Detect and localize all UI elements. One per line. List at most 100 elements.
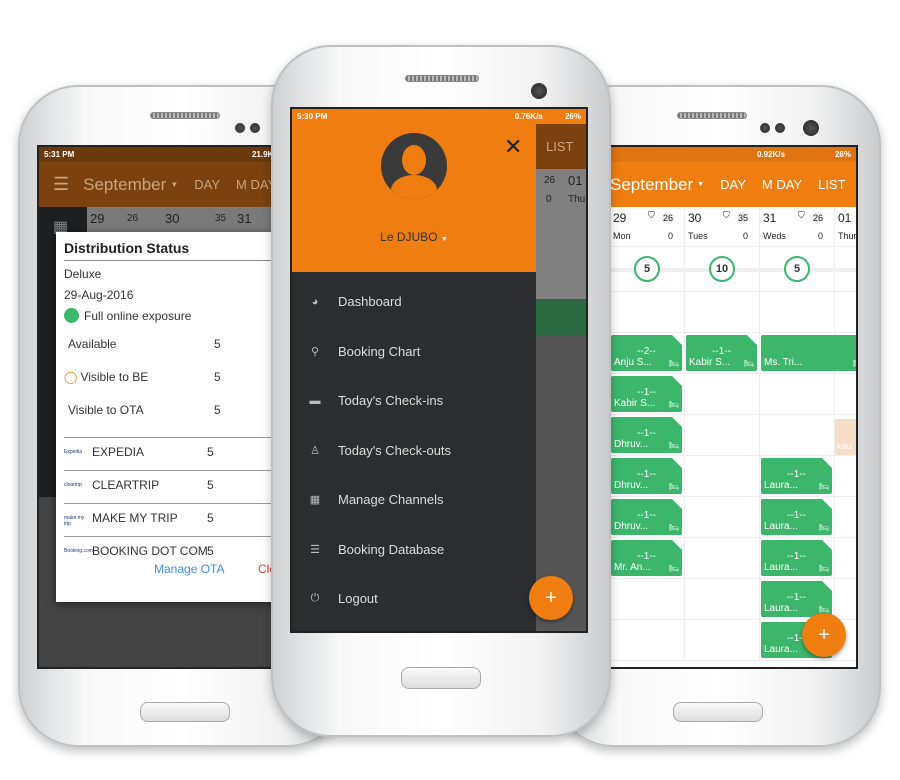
sensor: [235, 123, 245, 133]
dropdown-icon: ▼: [440, 236, 448, 243]
pending-booking[interactable]: kau: [835, 419, 856, 455]
dialog-title: Distribution Status: [64, 240, 281, 261]
grid-cell[interactable]: [760, 374, 835, 415]
menu-item[interactable]: ⚲ Booking Chart: [292, 327, 536, 376]
menu-label: Today's Check-outs: [338, 442, 452, 458]
booking-block[interactable]: --1--Laura...🛏: [761, 458, 832, 494]
grid-cell[interactable]: [685, 538, 760, 579]
month-selector[interactable]: September: [610, 175, 693, 195]
menu-item[interactable]: ▦ Manage Channels: [292, 475, 536, 524]
home-button[interactable]: [140, 702, 230, 722]
battery: 26%: [564, 112, 581, 121]
grid-cell[interactable]: [610, 292, 685, 333]
ota-row: make my trip MAKE MY TRIP 5: [64, 503, 281, 536]
booking-block[interactable]: --1-- Kabir S... 🛏: [611, 376, 682, 412]
tab-m-day[interactable]: M DAY: [762, 177, 802, 192]
booking-block[interactable]: --1-- Dhruv... 🛏: [611, 458, 682, 494]
day-header[interactable]: 30 ⛉ 35 Tues 0: [685, 207, 760, 247]
user-selector[interactable]: Le DJUBO ▼: [292, 230, 536, 244]
grid-cell[interactable]: [835, 374, 856, 415]
booking-block[interactable]: --2-- Anju S... 🛏: [611, 335, 682, 371]
grid-cell[interactable]: [685, 579, 760, 620]
day-header[interactable]: 31 ⛉ 26 Weds 0: [760, 207, 835, 247]
dimmed-calendar: 26 01 0 Thu: [536, 169, 586, 299]
availability-count: 5: [784, 256, 810, 282]
booking-block[interactable]: --1-- Kabir S... 🛏: [686, 335, 757, 371]
home-button[interactable]: [401, 667, 481, 689]
menu-item[interactable]: ⏻ Logout: [292, 574, 536, 623]
booking-block[interactable]: Ms. Tri... 🛏: [761, 335, 858, 371]
drawer-header: ✕ Le DJUBO ▼: [292, 124, 536, 272]
label: Available: [68, 337, 117, 351]
grid-cell[interactable]: [685, 374, 760, 415]
menu-label: Logout: [338, 591, 378, 606]
weekday: Thu: [568, 194, 586, 205]
grid-cell[interactable]: [760, 415, 835, 456]
menu-item[interactable]: ♙ Today's Check-outs: [292, 426, 536, 475]
menu-label: Booking Database: [338, 541, 445, 557]
zero-count: 0: [818, 231, 824, 241]
availability-count: 10: [709, 256, 735, 282]
ota-logo: Expedia: [64, 449, 83, 455]
bookmark-icon: ⛉: [798, 210, 805, 220]
time: 5:30 PM: [297, 112, 328, 121]
room-count: --2--: [637, 346, 656, 357]
grid-cell[interactable]: [760, 292, 835, 333]
menu-icon[interactable]: ☰: [53, 174, 69, 195]
bed-icon: 🛏: [668, 482, 679, 491]
add-fab-button[interactable]: +: [802, 613, 846, 657]
close-icon[interactable]: ✕: [504, 134, 522, 160]
grid-cell[interactable]: [685, 415, 760, 456]
availability-cell: 5: [760, 247, 835, 292]
booking-block[interactable]: --1-- Mr. An... 🛏: [611, 540, 682, 576]
home-button[interactable]: [673, 702, 763, 722]
grid-cell[interactable]: [610, 620, 685, 661]
date-row: 29 26 30 35 31: [87, 207, 285, 232]
booking-block[interactable]: --1--Laura...🛏: [761, 499, 832, 535]
booking-block[interactable]: --1--Laura...🛏: [761, 581, 832, 617]
menu-item[interactable]: ☰ Booking Database: [292, 525, 536, 574]
grid-cell[interactable]: [685, 497, 760, 538]
booking-block[interactable]: --1-- Dhruv... 🛏: [611, 499, 682, 535]
ota-name: MAKE MY TRIP: [92, 511, 178, 525]
day-header[interactable]: 01 Thur: [835, 207, 857, 247]
grid-cell[interactable]: [835, 292, 856, 333]
row-available: Available 5: [64, 337, 281, 351]
bed-icon: ▬: [309, 394, 321, 407]
day-header[interactable]: 29 ⛉ 26 Mon 0: [610, 207, 685, 247]
status-bar: 5:30 PM 0.76K/s 26%: [292, 109, 586, 124]
grid-cell[interactable]: [835, 497, 856, 538]
tab-list[interactable]: LIST: [818, 177, 845, 192]
weekday: Thur: [838, 231, 857, 241]
grid-cell[interactable]: [685, 620, 760, 661]
grid-cell[interactable]: [835, 456, 856, 497]
menu-item[interactable]: ▬ Today's Check-ins: [292, 376, 536, 425]
guest-name: Kabir S...: [614, 398, 656, 409]
grid-cell[interactable]: [610, 579, 685, 620]
manage-ota-button[interactable]: Manage OTA: [154, 562, 224, 576]
menu-label: Manage Channels: [338, 492, 444, 507]
guest-name: Dhruv...: [614, 439, 649, 450]
status-bar: 0.92K/s 26%: [608, 147, 856, 162]
grid-cell[interactable]: [685, 456, 760, 497]
tab-day[interactable]: DAY: [720, 177, 746, 192]
grid-cell[interactable]: [685, 292, 760, 333]
menu-item[interactable]: ◕ Dashboard: [292, 277, 536, 326]
speaker: [405, 75, 479, 82]
tab-day[interactable]: DAY: [194, 177, 220, 192]
menu-label: Dashboard: [338, 294, 402, 309]
booking-block[interactable]: --1-- Dhruv... 🛏: [611, 417, 682, 453]
count: 26: [812, 212, 825, 224]
count: 0: [546, 194, 552, 205]
weekday: Tues: [688, 231, 708, 241]
month-selector[interactable]: September: [83, 175, 166, 195]
be-icon: ◯: [64, 370, 78, 384]
grid-cell[interactable]: [835, 579, 856, 620]
grid-cell[interactable]: [835, 538, 856, 579]
booking-block[interactable]: --1--Laura...🛏: [761, 540, 832, 576]
speaker: [150, 112, 220, 119]
add-fab-button[interactable]: +: [529, 576, 573, 620]
bookmark-icon: ⛉: [648, 210, 655, 220]
ota-logo: cleartrip: [64, 482, 82, 488]
label: Visible to OTA: [68, 403, 144, 417]
